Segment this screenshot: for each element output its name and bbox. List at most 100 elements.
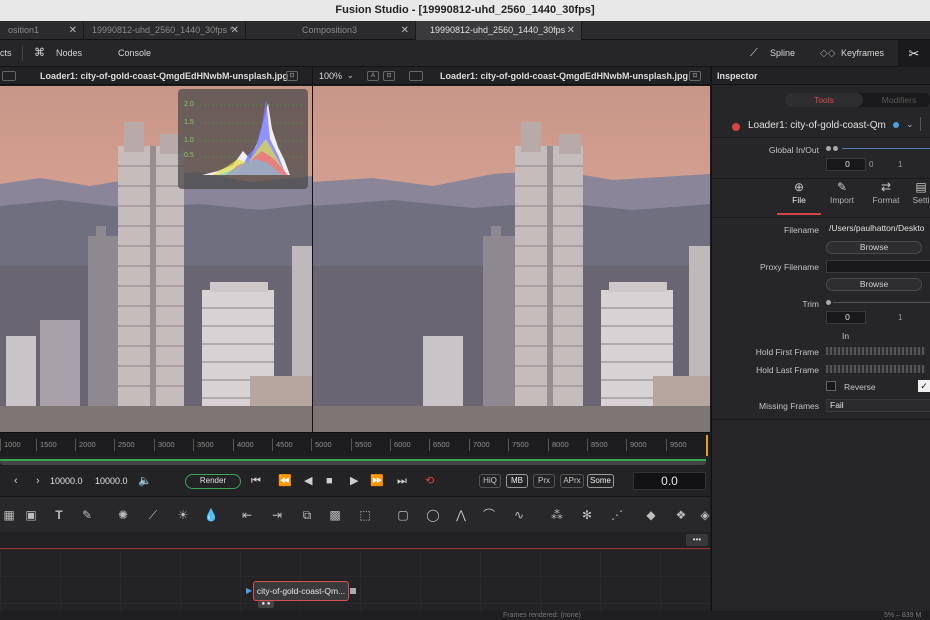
effects-button[interactable]: cts <box>0 40 12 67</box>
rewind-icon[interactable]: ⏪ <box>278 473 292 489</box>
proxy-filename-field[interactable] <box>826 260 930 273</box>
file-tab[interactable]: ⊕ File <box>777 179 821 205</box>
play-reverse-icon[interactable]: ◀ <box>304 473 312 489</box>
tool-active-icon[interactable] <box>732 123 740 131</box>
time-ruler[interactable]: 1000 1500 2000 2500 3000 3500 4000 4500 … <box>0 432 710 457</box>
reverse-checkbox[interactable] <box>826 381 836 391</box>
paint-tool-icon[interactable]: ✎ <box>78 506 96 524</box>
trim-in-field[interactable]: 0 <box>826 311 866 324</box>
close-icon[interactable]: ✕ <box>231 21 239 40</box>
aprx-button[interactable]: APrx <box>560 474 584 488</box>
tab-19990812-active[interactable]: 19990812-uhd_2560_1440_30fps ✕ <box>416 21 582 40</box>
range-start-field[interactable]: 10000.0 <box>50 473 83 489</box>
tab-19990812-modified[interactable]: 19990812-uhd_2560_1440_30fps * ✕ <box>84 21 246 40</box>
histogram-overlay[interactable]: 2.0 1.5 1.0 0.5 <box>178 89 308 189</box>
brightness-tool-icon[interactable]: ☀ <box>174 506 192 524</box>
saver-tool-icon[interactable]: ⇥ <box>268 506 286 524</box>
lut-icon[interactable]: ⊡ <box>286 71 298 81</box>
viewer-menu-icon[interactable] <box>409 71 423 81</box>
transform-tool-icon[interactable]: ⬚ <box>356 506 374 524</box>
node-editor-canvas[interactable] <box>0 549 710 611</box>
timeline-scrollbar[interactable] <box>0 459 706 465</box>
trim-handle[interactable] <box>826 300 831 305</box>
rectangle-mask-icon[interactable]: ▢ <box>394 506 412 524</box>
go-to-end-icon[interactable]: ⏭ <box>397 473 407 489</box>
matte-tool-icon[interactable]: ▩ <box>326 506 344 524</box>
step-back-icon[interactable]: ‹ <box>14 473 18 489</box>
step-forward-icon[interactable]: › <box>36 473 40 489</box>
zoom-chevron-icon[interactable]: ⌄ <box>347 67 354 85</box>
channel-icon[interactable]: A <box>367 71 379 81</box>
particles-tool-icon[interactable]: ✺ <box>114 506 132 524</box>
render-button[interactable]: Render <box>185 474 241 489</box>
zoom-level[interactable]: 100% <box>319 67 342 85</box>
lut-toggle-icon[interactable]: ⊡ <box>383 71 395 81</box>
mb-button[interactable]: MB <box>506 474 528 488</box>
some-button[interactable]: Some <box>587 474 614 488</box>
tab-composition3[interactable]: Composition3 ✕ <box>246 21 416 40</box>
particle-style-icon[interactable]: ⋰ <box>608 506 626 524</box>
tools-tab[interactable]: Tools <box>785 93 863 107</box>
right-viewer[interactable] <box>312 86 710 432</box>
hold-first-frame-slider[interactable] <box>826 347 926 355</box>
tab-composition1[interactable]: osition1 ✕ <box>0 21 84 40</box>
spline-button[interactable]: Spline <box>770 40 795 67</box>
close-icon[interactable]: ✕ <box>401 21 409 40</box>
play-icon[interactable]: ▶ <box>350 473 358 489</box>
lut-icon[interactable]: ⊡ <box>689 71 701 81</box>
chevron-down-icon[interactable]: ⌄ <box>906 119 914 130</box>
stop-icon[interactable]: ■ <box>326 473 333 489</box>
global-in-handle[interactable] <box>826 146 831 151</box>
nodes-button[interactable]: Nodes <box>56 40 82 67</box>
close-icon[interactable]: ✕ <box>69 21 77 40</box>
keyframes-button[interactable]: Keyframes <box>841 40 884 67</box>
particle-render-icon[interactable]: ✻ <box>578 506 596 524</box>
modifiers-tab[interactable]: Modifiers <box>869 93 929 107</box>
prx-button[interactable]: Prx <box>533 474 555 488</box>
tool-color-icon[interactable] <box>893 122 899 128</box>
fast-forward-icon[interactable]: ⏩ <box>370 473 384 489</box>
hold-last-frame-slider[interactable] <box>826 365 926 373</box>
missing-frames-select[interactable]: Fail <box>826 399 930 412</box>
wave-mask-icon[interactable]: ∿ <box>510 506 528 524</box>
background-tool-icon[interactable]: ▦ <box>0 506 18 524</box>
filename-field[interactable]: /Users/paulhatton/Deskto <box>826 223 930 236</box>
loader-node[interactable]: city-of-gold-coast-Qm... <box>253 581 349 601</box>
current-time-field[interactable]: 0.0 <box>633 472 706 490</box>
ellipse-mask-icon[interactable]: ◯ <box>424 506 442 524</box>
browse-proxy-button[interactable]: Browse <box>826 278 922 291</box>
particle-emitter-icon[interactable]: ⁂ <box>548 506 566 524</box>
node-output-icon[interactable] <box>350 588 356 594</box>
tools-toggle-icon[interactable]: ✂ <box>898 40 930 67</box>
bspline-mask-icon[interactable]: ⌒ <box>480 506 498 524</box>
node-visibility-icon[interactable]: ● ● <box>258 601 274 608</box>
go-to-start-icon[interactable]: ⏮ <box>251 473 261 489</box>
image-tool-icon[interactable]: ▣ <box>22 506 40 524</box>
settings-tab[interactable]: ▤ Setti <box>906 179 930 205</box>
loop-icon[interactable]: ⟲ <box>425 473 434 489</box>
global-range-slider[interactable] <box>842 148 930 149</box>
text-tool-icon[interactable]: T <box>50 506 68 524</box>
console-button[interactable]: Console <box>118 40 151 67</box>
checkmark-icon[interactable]: ✓ <box>918 380 930 392</box>
viewer-menu-icon[interactable] <box>2 71 16 81</box>
trim-slider[interactable] <box>833 302 930 303</box>
merge-tool-icon[interactable]: ⧉ <box>298 506 316 524</box>
polygon-mask-icon[interactable]: ⋀ <box>452 506 470 524</box>
hiq-button[interactable]: HiQ <box>479 474 501 488</box>
range-end-field[interactable]: 10000.0 <box>95 473 128 489</box>
3d-merge-icon[interactable]: ❖ <box>672 506 690 524</box>
loader-tool-icon[interactable]: ⇤ <box>238 506 256 524</box>
global-out-handle[interactable] <box>833 146 838 151</box>
import-tab[interactable]: ✎ Import <box>820 179 864 205</box>
node-options-button[interactable]: ••• <box>686 534 708 546</box>
color-drop-icon[interactable]: 💧 <box>202 506 220 524</box>
audio-icon[interactable]: 🔈 <box>138 473 152 489</box>
3d-shape-icon[interactable]: ◆ <box>642 506 660 524</box>
global-in-field[interactable]: 0 <box>826 158 866 171</box>
browse-filename-button[interactable]: Browse <box>826 241 922 254</box>
close-icon[interactable]: ✕ <box>567 21 575 40</box>
format-tab[interactable]: ⇄ Format <box>864 179 908 205</box>
playhead-marker[interactable] <box>706 435 708 457</box>
curves-tool-icon[interactable]: ⟋ <box>144 506 162 524</box>
